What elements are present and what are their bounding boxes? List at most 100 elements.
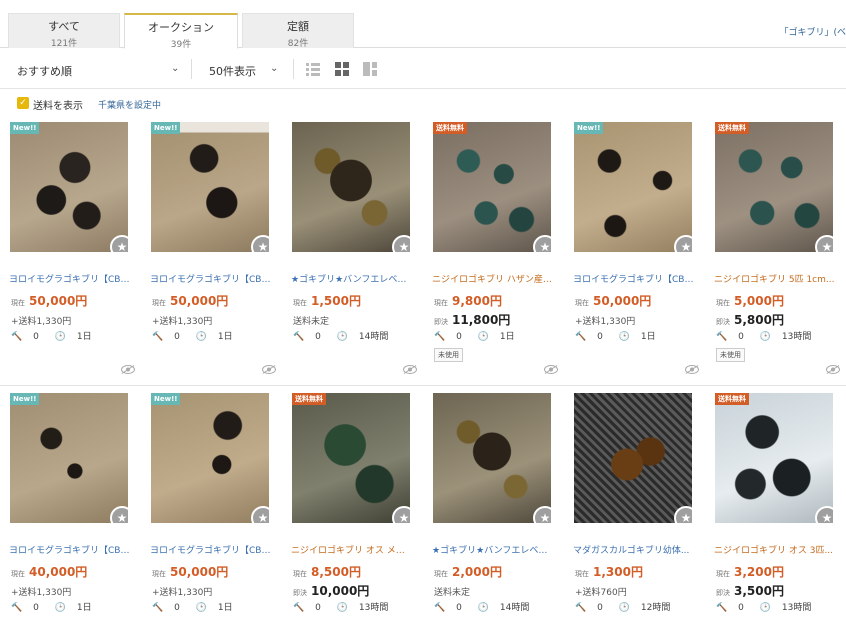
shipping-checkbox-label[interactable]: 送料を表示 — [33, 97, 83, 112]
star-icon[interactable]: ★ — [392, 235, 410, 252]
bid-count-value: 0 — [315, 332, 321, 342]
clock-icon: 🕒 — [54, 332, 67, 342]
item-title-link[interactable]: ヨロイモグラゴキブリ【CBF... — [150, 272, 272, 285]
current-price: 現在 3,200円 — [716, 561, 784, 580]
price-label: 現在 — [293, 299, 307, 307]
gavel-icon: 🔨 — [575, 332, 587, 342]
star-icon[interactable]: ★ — [251, 506, 269, 523]
star-icon[interactable]: ★ — [674, 235, 692, 252]
time-left: 🕒 14時間 — [478, 603, 538, 613]
item-title-link[interactable]: ニジイロゴキブリ ハザン産 1... — [432, 272, 554, 285]
chevron-down-icon[interactable]: ⌄ — [171, 63, 179, 74]
star-icon[interactable]: ★ — [815, 506, 833, 523]
buy-now-price: 5,800円 — [734, 313, 784, 327]
item-title-link[interactable]: ヨロイモグラゴキブリ【CBF... — [9, 272, 131, 285]
item-thumbnail[interactable]: 送料無料 ★ — [433, 122, 551, 252]
current-price: 現在 1,300円 — [575, 561, 643, 580]
item-photo[interactable] — [292, 122, 410, 252]
item-photo[interactable] — [151, 122, 269, 252]
bid-count: 🔨 0 — [575, 603, 611, 613]
bid-count-value: 0 — [597, 603, 603, 613]
item-title-link[interactable]: ニジイロゴキブリ 5匹 1cm... — [714, 272, 836, 285]
item-title-link[interactable]: ニジイロゴキブリ オス メス... — [291, 543, 413, 556]
item-thumbnail[interactable]: New!! ★ — [574, 122, 692, 252]
location-setting-link[interactable]: 千葉県を設定中 — [98, 98, 161, 111]
price-label: 現在 — [152, 570, 166, 578]
price-value: 1,300円 — [593, 565, 643, 579]
item-photo[interactable] — [10, 122, 128, 252]
star-icon[interactable]: ★ — [110, 506, 128, 523]
item-thumbnail[interactable]: ★ — [433, 393, 551, 523]
item-meta: 🔨 0 🕒 13時間 — [293, 600, 404, 613]
tab-all[interactable]: すべて 121件 — [8, 13, 120, 49]
star-icon[interactable]: ★ — [251, 235, 269, 252]
sort-select[interactable]: おすすめ順 — [17, 63, 72, 79]
item-thumbnail[interactable]: New!! ★ — [151, 122, 269, 252]
item-thumbnail[interactable]: New!! ★ — [10, 122, 128, 252]
bid-count-value: 0 — [174, 603, 180, 613]
list-view-icon[interactable] — [306, 62, 320, 76]
item-thumbnail[interactable]: ★ — [292, 122, 410, 252]
star-icon[interactable]: ★ — [815, 235, 833, 252]
item-photo[interactable] — [433, 122, 551, 252]
star-icon[interactable]: ★ — [674, 506, 692, 523]
item-title-link[interactable]: ヨロイモグラゴキブリ【CBF... — [573, 272, 695, 285]
clock-icon: 🕒 — [477, 603, 490, 613]
current-price: 現在 50,000円 — [152, 561, 228, 580]
item-title-link[interactable]: マダガスカルゴキブリ幼体... — [573, 543, 695, 556]
bid-count: 🔨 0 — [575, 332, 611, 342]
gavel-icon: 🔨 — [293, 332, 305, 342]
grid-view-icon[interactable] — [335, 62, 349, 76]
tab-fixed-price[interactable]: 定額 82件 — [242, 13, 354, 49]
bid-count-value: 0 — [456, 332, 462, 342]
tab-auction[interactable]: オークション 39件 — [124, 13, 238, 50]
price-value: 50,000円 — [170, 294, 229, 308]
item-title-link[interactable]: ★ゴキブリ★バンフエレベキ... — [291, 272, 413, 285]
item-thumbnail[interactable]: New!! ★ — [10, 393, 128, 523]
gavel-icon: 🔨 — [434, 332, 446, 342]
item-photo[interactable] — [433, 393, 551, 523]
eye-icon[interactable] — [685, 365, 699, 374]
time-left: 🕒 13時間 — [337, 603, 397, 613]
price-value: 8,500円 — [311, 565, 361, 579]
item-thumbnail[interactable]: 送料無料 ★ — [715, 122, 833, 252]
eye-icon[interactable] — [121, 365, 135, 374]
bid-count: 🔨 0 — [716, 332, 752, 342]
item-title-link[interactable]: ニジイロゴキブリ オス 3匹... — [714, 543, 836, 556]
item-photo[interactable] — [574, 122, 692, 252]
item-thumbnail[interactable]: 送料無料 ★ — [292, 393, 410, 523]
eye-icon[interactable] — [403, 365, 417, 374]
gavel-icon: 🔨 — [434, 603, 446, 613]
item-photo[interactable] — [151, 393, 269, 523]
star-icon[interactable]: ★ — [110, 235, 128, 252]
per-page-select[interactable]: 50件表示 — [209, 63, 256, 79]
star-icon[interactable]: ★ — [533, 506, 551, 523]
price-label: 現在 — [716, 570, 730, 578]
eye-icon[interactable] — [262, 365, 276, 374]
item-title-link[interactable]: ★ゴキブリ★バンフエレベキ... — [432, 543, 554, 556]
item-title-link[interactable]: ヨロイモグラゴキブリ【CBF... — [150, 543, 272, 556]
star-icon[interactable]: ★ — [533, 235, 551, 252]
buy-now-label: 即決 — [716, 318, 730, 326]
tab-label: オークション — [148, 21, 214, 34]
item-thumbnail[interactable]: New!! ★ — [151, 393, 269, 523]
star-icon[interactable]: ★ — [392, 506, 410, 523]
time-left: 🕒 12時間 — [619, 603, 679, 613]
item-photo[interactable] — [292, 393, 410, 523]
large-grid-view-icon[interactable] — [363, 62, 377, 76]
tab-count: 82件 — [287, 39, 309, 49]
time-left: 🕒 1日 — [55, 603, 100, 613]
eye-icon[interactable] — [544, 365, 558, 374]
item-thumbnail[interactable]: ★ — [574, 393, 692, 523]
item-photo[interactable] — [715, 122, 833, 252]
time-left: 🕒 13時間 — [760, 332, 820, 342]
shipping-checkbox[interactable]: ✓ — [17, 97, 29, 109]
item-photo[interactable] — [715, 393, 833, 523]
item-thumbnail[interactable]: 送料無料 ★ — [715, 393, 833, 523]
eye-icon[interactable] — [826, 365, 840, 374]
chevron-down-icon[interactable]: ⌄ — [270, 63, 278, 74]
item-photo[interactable] — [10, 393, 128, 523]
item-photo[interactable] — [574, 393, 692, 523]
bid-count: 🔨 0 — [152, 603, 188, 613]
item-title-link[interactable]: ヨロイモグラゴキブリ【CBF... — [9, 543, 131, 556]
